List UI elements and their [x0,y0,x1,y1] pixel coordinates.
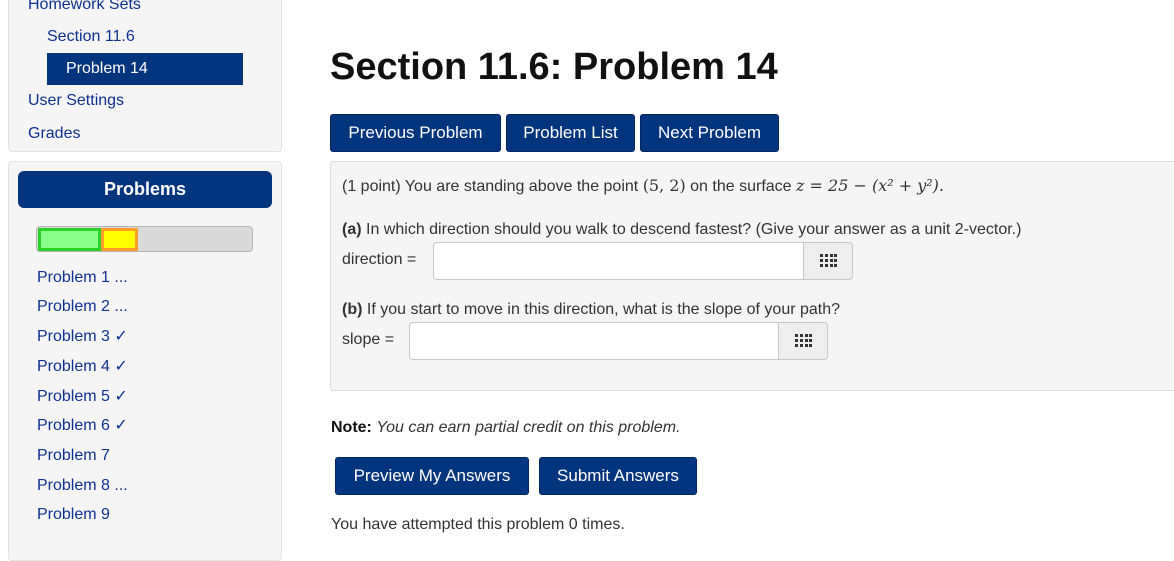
problem-list-item[interactable]: Problem 1 ... [37,268,128,288]
nav-current-problem[interactable]: Problem 14 [47,53,243,85]
preview-answers-button[interactable]: Preview My Answers [335,457,529,495]
part-b-label: (b) [342,301,363,318]
grid-icon [795,334,812,347]
attempts-text: You have attempted this problem 0 times. [331,516,625,533]
intro-mid: on the surface [690,178,792,195]
problem-intro: (1 point) You are standing above the poi… [342,176,944,197]
nav-homework-sets[interactable]: Homework Sets [28,0,141,15]
intro-prefix: (1 point) You are standing above the poi… [342,178,639,195]
grid-icon [820,254,837,267]
problem-list-item[interactable]: Problem 7 [37,446,110,466]
problem-list-item[interactable]: Problem 5 ✓ [37,387,128,407]
part-a-text: In which direction should you walk to de… [366,221,1022,238]
direction-equation-editor-button[interactable] [804,242,853,280]
problem-list-item[interactable]: Problem 4 ✓ [37,357,128,377]
partial-credit-note: Note: You can earn partial credit on thi… [331,418,681,438]
progress-correct-segment [38,228,101,251]
direction-input[interactable] [433,242,804,280]
problem-list-item[interactable]: Problem 3 ✓ [37,327,128,347]
nav-grades[interactable]: Grades [28,124,80,144]
next-problem-button[interactable]: Next Problem [640,114,779,152]
slope-input[interactable] [409,322,779,360]
note-label: Note: [331,419,372,436]
problem-list-button[interactable]: Problem List [506,114,635,152]
problems-header: Problems [18,171,272,208]
previous-problem-button[interactable]: Previous Problem [330,114,501,152]
submit-answers-button[interactable]: Submit Answers [539,457,697,495]
direction-label: direction = [342,251,417,268]
progress-partial-segment [101,228,138,251]
surface-math: z = 25 − (x² + y²). [796,176,944,195]
part-a-question: (a) In which direction should you walk t… [342,220,1021,240]
note-text: You can earn partial credit on this prob… [376,419,681,436]
page-title: Section 11.6: Problem 14 [330,46,778,88]
part-a-label: (a) [342,221,362,238]
nav-section[interactable]: Section 11.6 [47,27,135,47]
part-b-text: If you start to move in this direction, … [366,301,841,318]
problem-list-item[interactable]: Problem 8 ... [37,476,128,496]
point-math: (5, 2) [642,176,686,195]
problem-list-item[interactable]: Problem 9 [37,505,110,525]
problem-list-item[interactable]: Problem 2 ... [37,297,128,317]
part-b-question: (b) If you start to move in this directi… [342,300,840,320]
slope-equation-editor-button[interactable] [779,322,828,360]
problem-list-item[interactable]: Problem 6 ✓ [37,416,128,436]
nav-user-settings[interactable]: User Settings [28,91,124,111]
slope-label: slope = [342,331,395,348]
